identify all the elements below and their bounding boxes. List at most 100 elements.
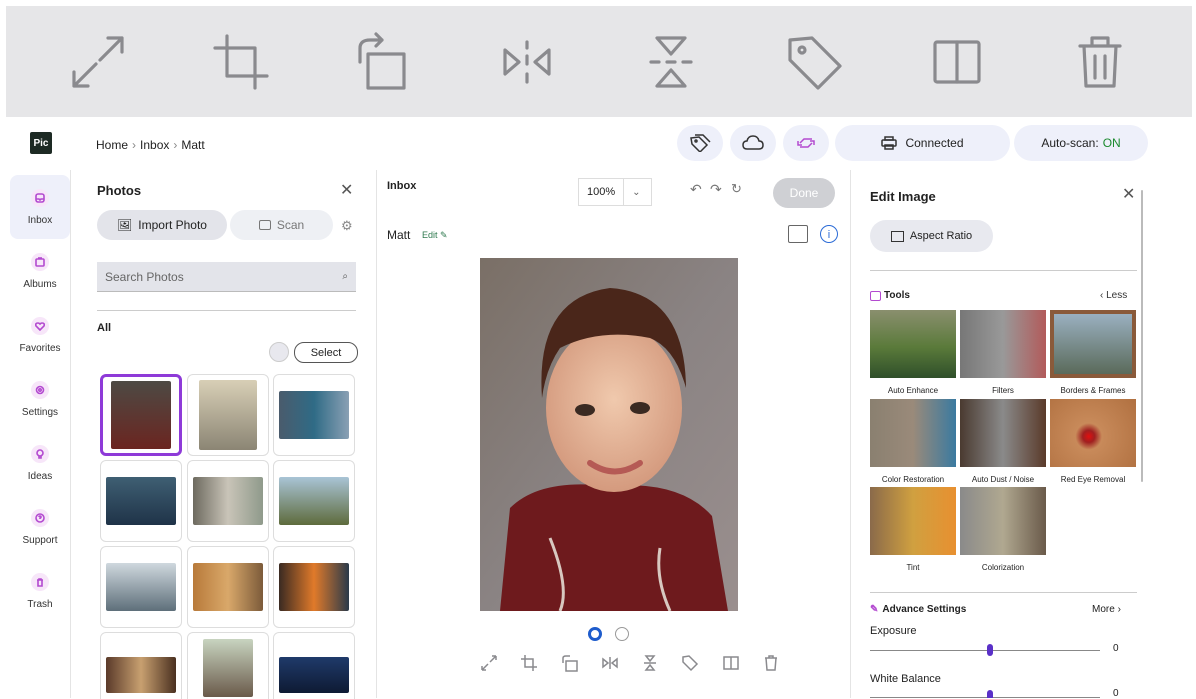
- undo-icon[interactable]: ↶: [690, 181, 702, 198]
- crop-icon[interactable]: [520, 654, 538, 672]
- photo-thumbnail[interactable]: [273, 632, 355, 699]
- sidebar-item-ideas[interactable]: Ideas: [10, 431, 70, 495]
- tool-borders-frames[interactable]: Borders & Frames: [1050, 310, 1136, 395]
- rotate-icon[interactable]: [349, 27, 419, 97]
- reset-icon[interactable]: ↻: [731, 181, 742, 197]
- photo-thumbnail[interactable]: [187, 546, 269, 628]
- divider: [870, 592, 1137, 593]
- search-input[interactable]: Search Photos ⌕: [97, 262, 356, 292]
- compare-icon[interactable]: [722, 654, 740, 672]
- tool-colorization[interactable]: Colorization: [960, 487, 1046, 572]
- edit-name-link[interactable]: Edit ✎: [422, 230, 448, 241]
- flip-horizontal-icon[interactable]: [601, 654, 619, 672]
- image-sparkle-icon[interactable]: [788, 225, 808, 243]
- tool-label: Filters: [992, 386, 1014, 395]
- photo-thumbnail[interactable]: [273, 546, 355, 628]
- printer-status[interactable]: Connected: [835, 125, 1010, 161]
- tool-filters[interactable]: Filters: [960, 310, 1046, 395]
- edit-panel-title: Edit Image: [870, 189, 936, 204]
- photo-thumbnail[interactable]: [100, 546, 182, 628]
- photo-thumbnail[interactable]: [273, 374, 355, 456]
- more-toggle[interactable]: More ›: [1092, 604, 1121, 615]
- breadcrumb-inbox[interactable]: Inbox: [140, 138, 169, 152]
- aspect-ratio-button[interactable]: Aspect Ratio: [870, 220, 993, 252]
- exposure-slider-handle[interactable]: [987, 644, 993, 656]
- tags-icon: [690, 134, 711, 152]
- close-icon[interactable]: ✕: [340, 180, 353, 200]
- tool-auto-dust-noise[interactable]: Auto Dust / Noise: [960, 399, 1046, 484]
- photo-image: [480, 258, 738, 612]
- page-indicator[interactable]: [615, 627, 629, 641]
- tool-thumbnail: [870, 399, 956, 467]
- chevron-left-icon: ‹: [1100, 290, 1104, 301]
- trash-icon[interactable]: [1065, 27, 1135, 97]
- advance-settings-title: ✎ Advance Settings: [870, 604, 966, 615]
- sidebar-item-label: Trash: [27, 598, 53, 610]
- flip-vertical-icon[interactable]: [641, 654, 659, 672]
- trash-icon[interactable]: [762, 654, 780, 672]
- rotate-icon[interactable]: [561, 654, 579, 672]
- sidebar-item-albums[interactable]: Albums: [10, 239, 70, 303]
- gear-icon[interactable]: ⚙: [341, 218, 353, 234]
- expand-icon[interactable]: [480, 654, 498, 672]
- exposure-slider[interactable]: [870, 650, 1100, 651]
- photo-thumbnail[interactable]: [273, 460, 355, 542]
- info-icon[interactable]: i: [820, 225, 838, 243]
- sync-button[interactable]: [783, 125, 829, 161]
- expand-icon[interactable]: [63, 27, 133, 97]
- tool-red-eye-removal[interactable]: Red Eye Removal: [1050, 399, 1136, 484]
- sidebar-item-inbox[interactable]: Inbox: [10, 175, 70, 239]
- tools-title: Tools: [870, 290, 910, 301]
- sidebar-item-label: Ideas: [27, 470, 53, 482]
- autoscan-toggle[interactable]: Auto-scan: ON: [1014, 125, 1148, 161]
- image-add-icon: 🖼: [117, 218, 133, 232]
- breadcrumb-home[interactable]: Home: [96, 138, 128, 152]
- photo-thumbnail[interactable]: [187, 632, 269, 699]
- tag-icon[interactable]: [681, 654, 699, 672]
- tool-label: Red Eye Removal: [1060, 475, 1126, 484]
- scan-button[interactable]: Scan: [230, 210, 333, 240]
- photo-thumbnail[interactable]: [187, 460, 269, 542]
- photo-thumbnail[interactable]: [100, 632, 182, 699]
- scrollbar[interactable]: [1141, 190, 1143, 482]
- tag-icon[interactable]: [779, 27, 849, 97]
- sidebar-item-settings[interactable]: Settings: [10, 367, 70, 431]
- photo-thumbnail[interactable]: [100, 374, 182, 456]
- edit-link-label: Edit: [422, 230, 438, 240]
- scan-label: Scan: [276, 218, 305, 232]
- sidebar-item-trash[interactable]: Trash: [10, 559, 70, 623]
- tool-color-restoration[interactable]: Color Restoration: [870, 399, 956, 484]
- flip-horizontal-icon[interactable]: [492, 27, 562, 97]
- redo-icon[interactable]: ↷: [710, 181, 722, 198]
- sidebar-item-favorites[interactable]: Favorites: [10, 303, 70, 367]
- compare-icon[interactable]: [922, 27, 992, 97]
- tools-title-label: Tools: [884, 290, 910, 301]
- cloud-icon: [742, 135, 764, 150]
- flip-vertical-icon[interactable]: [636, 27, 706, 97]
- tool-auto-enhance[interactable]: Auto Enhance: [870, 310, 956, 395]
- close-icon[interactable]: ✕: [1122, 184, 1135, 204]
- tools-icon: [870, 290, 881, 301]
- white-balance-slider-handle[interactable]: [987, 690, 993, 698]
- tool-label: Color Restoration: [881, 475, 945, 484]
- filter-button[interactable]: [269, 342, 289, 362]
- zoom-select[interactable]: 100% ⌄: [578, 178, 652, 206]
- chevron-down-icon: ⌄: [632, 186, 641, 198]
- import-photo-button[interactable]: 🖼 Import Photo: [97, 210, 227, 240]
- photo-thumbnail[interactable]: [187, 374, 269, 456]
- done-button[interactable]: Done: [773, 178, 835, 208]
- tool-tint[interactable]: Tint: [870, 487, 956, 572]
- less-toggle[interactable]: ‹ Less: [1100, 290, 1127, 301]
- photo-thumbnail[interactable]: [100, 460, 182, 542]
- page-indicator-active[interactable]: [588, 627, 602, 641]
- bottom-toolbar: [480, 654, 780, 674]
- divider: [97, 310, 356, 311]
- photo-name: Matt: [387, 228, 411, 242]
- sidebar-item-support[interactable]: Support: [10, 495, 70, 559]
- lightbulb-icon: [31, 444, 49, 463]
- cloud-button[interactable]: [730, 125, 776, 161]
- trash-icon: [31, 572, 49, 591]
- tags-button[interactable]: [677, 125, 723, 161]
- crop-icon[interactable]: [206, 27, 276, 97]
- select-button[interactable]: Select: [294, 342, 358, 363]
